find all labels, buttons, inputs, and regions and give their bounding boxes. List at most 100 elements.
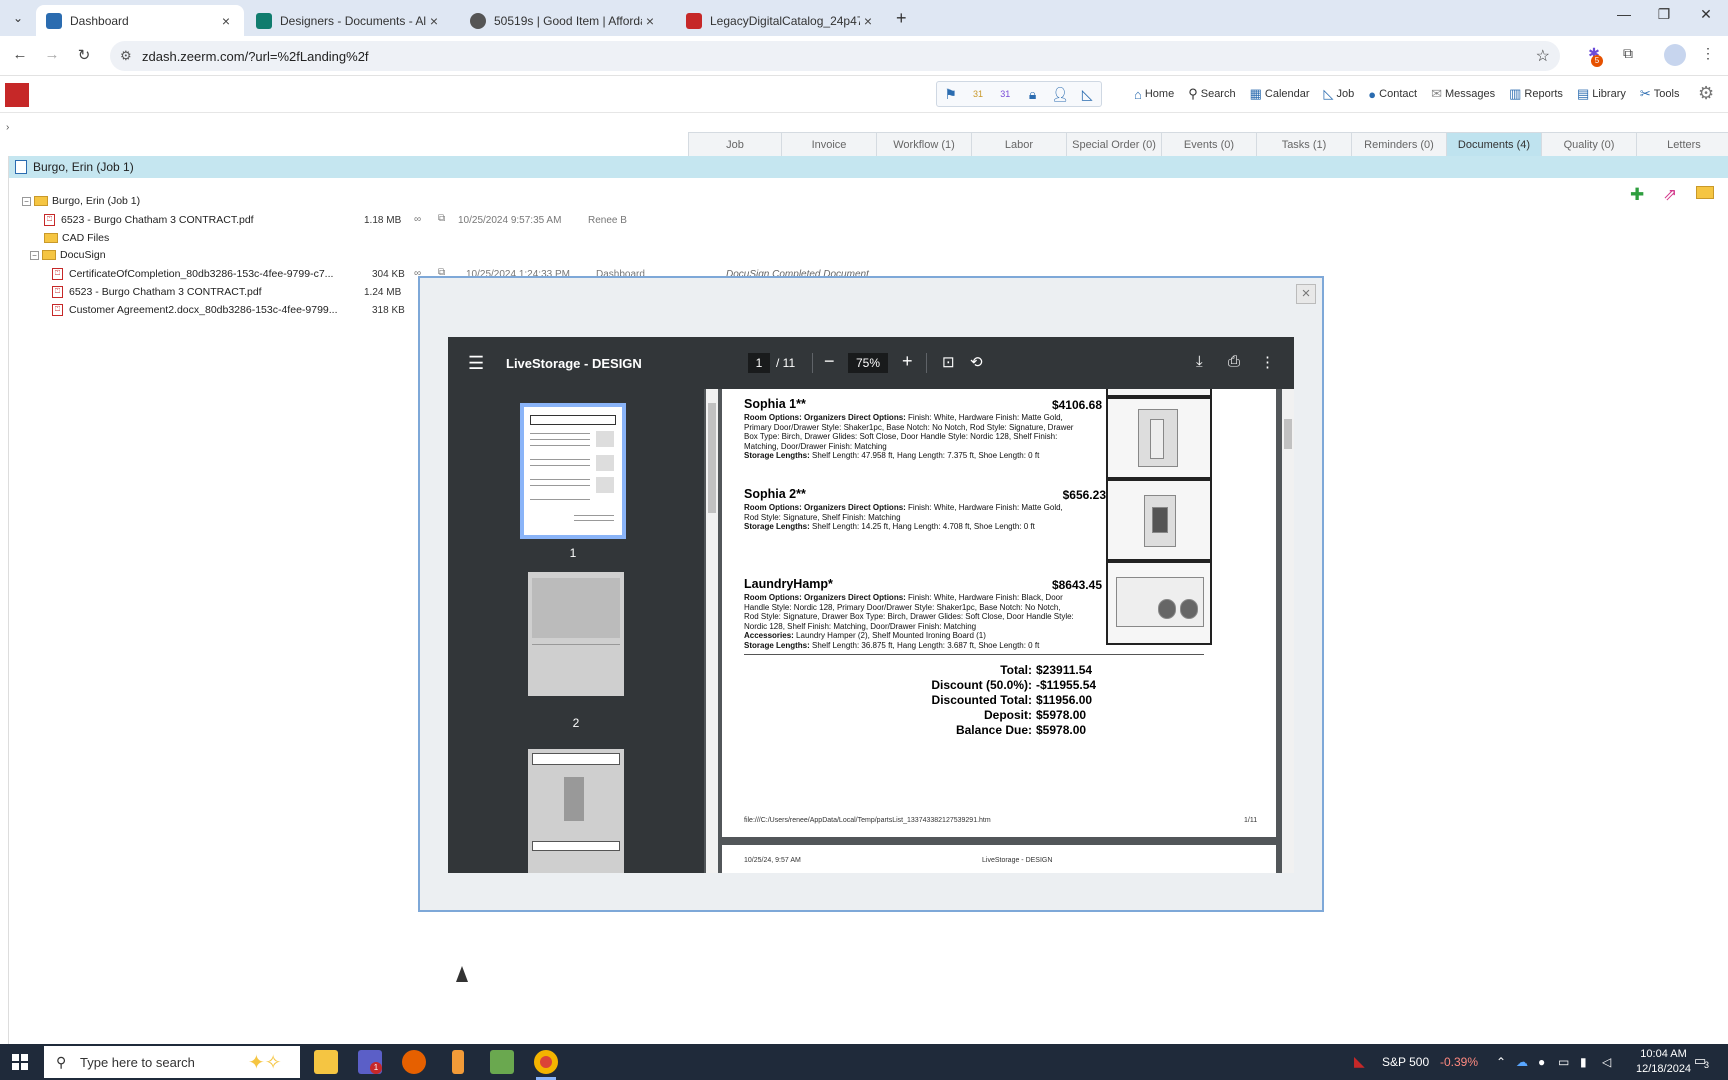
app-logo[interactable] [5, 83, 29, 107]
bookmark-app-icon[interactable] [452, 1050, 464, 1074]
page-thumbnail-1[interactable] [520, 403, 626, 539]
browser-tab-designers[interactable]: Designers - Documents - All Do × [246, 5, 452, 36]
page-number-input[interactable]: 1 [748, 353, 770, 373]
add-user-icon[interactable]: 👤︎ [1051, 85, 1069, 103]
tab-invoice[interactable]: Invoice [781, 132, 877, 156]
zoom-input[interactable]: 75% [848, 353, 888, 373]
stock-chart-icon[interactable]: ◣ [1354, 1053, 1365, 1070]
collapse-toggle-icon[interactable]: − [22, 196, 31, 206]
taskbar-clock[interactable]: 10:04 AM 12/18/2024 [1636, 1047, 1691, 1077]
file-name[interactable]: Customer Agreement2.docx_80db3286-153c-4… [69, 304, 338, 316]
nav-library[interactable]: ▤ Library [1577, 86, 1626, 102]
tree-file-contract-signed[interactable]: ⏍ 6523 - Burgo Chatham 3 CONTRACT.pdf [52, 284, 262, 300]
firefox-icon[interactable] [402, 1050, 426, 1074]
battery-icon[interactable]: ▮ [1580, 1055, 1587, 1069]
tab-job[interactable]: Job [688, 132, 782, 156]
tab-workflow[interactable]: Workflow (1) [876, 132, 972, 156]
forward-arrow-icon[interactable]: → [41, 46, 63, 63]
nav-calendar[interactable]: ▦ Calendar [1250, 86, 1310, 102]
close-window-icon[interactable]: ✕ [1694, 6, 1718, 23]
volume-icon[interactable]: ◁ [1602, 1055, 1611, 1069]
file-name[interactable]: 6523 - Burgo Chatham 3 CONTRACT.pdf [61, 214, 254, 226]
browser-tab-catalog[interactable]: LegacyDigitalCatalog_24p47_e × [676, 5, 886, 36]
tab-labor[interactable]: Labor [971, 132, 1067, 156]
close-tab-icon[interactable]: × [860, 13, 876, 29]
stock-name[interactable]: S&P 500 [1382, 1055, 1429, 1069]
scroll-thumb[interactable] [708, 403, 716, 513]
profile-avatar[interactable] [1664, 44, 1686, 66]
calendar-31-purple-icon[interactable]: 31 [996, 85, 1014, 103]
document-scrollbar[interactable] [1282, 389, 1294, 873]
show-hidden-icons-icon[interactable]: ⌃ [1496, 1055, 1506, 1069]
windows-start-icon[interactable] [12, 1054, 28, 1070]
tab-events[interactable]: Events (0) [1161, 132, 1257, 156]
zoom-out-icon[interactable]: − [824, 351, 835, 372]
download-icon[interactable]: ⤓ [1196, 353, 1203, 370]
tree-file-certificate[interactable]: ⏍ CertificateOfCompletion_80db3286-153c-… [52, 266, 333, 282]
copy-icon[interactable]: ⧉ [438, 213, 445, 224]
minimize-icon[interactable]: — [1612, 6, 1636, 22]
restore-icon[interactable]: ❐ [1652, 6, 1676, 23]
address-bar[interactable]: ⚙ zdash.zeerm.com/?url=%2fLanding%2f ☆ [110, 41, 1560, 71]
tab-reminders[interactable]: Reminders (0) [1351, 132, 1447, 156]
tab-special-order[interactable]: Special Order (0) [1066, 132, 1162, 156]
tab-quality[interactable]: Quality (0) [1541, 132, 1637, 156]
file-name[interactable]: 6523 - Burgo Chatham 3 CONTRACT.pdf [69, 286, 262, 298]
scroll-thumb[interactable] [1284, 419, 1292, 449]
nav-search[interactable]: ⚲ Search [1188, 86, 1235, 102]
browser-tab-good-item[interactable]: 50519s | Good Item | Affordable × [460, 5, 668, 36]
nav-home[interactable]: ⌂ Home [1134, 86, 1174, 102]
back-arrow-icon[interactable]: ← [9, 46, 31, 63]
print-icon[interactable]: ⎙ [1228, 353, 1240, 370]
chrome-menu-icon[interactable]: ⋮ [1698, 45, 1718, 65]
close-tab-icon[interactable]: × [218, 13, 234, 29]
nav-tools[interactable]: ✂ Tools [1640, 86, 1680, 102]
modal-close-button[interactable]: × [1296, 284, 1316, 304]
rotate-icon[interactable]: ⟲ [970, 353, 983, 371]
tab-tasks[interactable]: Tasks (1) [1256, 132, 1352, 156]
lock-icon[interactable]: 🔒︎ [1024, 85, 1042, 103]
browser-tab-dashboard[interactable]: Dashboard × [36, 5, 244, 36]
more-options-icon[interactable]: ⋮ [1260, 353, 1275, 371]
onedrive-icon[interactable]: ☁ [1516, 1055, 1528, 1069]
chrome-icon[interactable] [534, 1050, 558, 1074]
page-thumbnail-3[interactable] [528, 749, 624, 873]
reload-icon[interactable]: ↻ [73, 46, 95, 64]
microphone-icon[interactable]: ● [1538, 1055, 1545, 1069]
tree-folder-docusign[interactable]: − DocuSign [30, 247, 106, 263]
page-thumbnail-2[interactable] [528, 572, 624, 696]
nav-contact[interactable]: ● Contact [1368, 86, 1417, 102]
ruler-icon[interactable]: ◺ [1078, 85, 1096, 103]
extensions-puzzle-icon[interactable]: ⧉ [1618, 45, 1638, 65]
tab-documents[interactable]: Documents (4) [1446, 132, 1542, 156]
tree-root[interactable]: − Burgo, Erin (Job 1) [22, 193, 140, 209]
tab-letters[interactable]: Letters [1636, 132, 1728, 156]
url-text[interactable]: zdash.zeerm.com/?url=%2fLanding%2f [142, 49, 369, 64]
fit-page-icon[interactable]: ⊡ [942, 353, 955, 371]
calendar-31-icon[interactable]: 31 [969, 85, 987, 103]
settings-gear-icon[interactable]: ⚙ [1698, 83, 1714, 104]
tree-file-contract[interactable]: ⏍ 6523 - Burgo Chatham 3 CONTRACT.pdf [44, 212, 254, 228]
display-icon[interactable]: ▭ [1558, 1055, 1569, 1069]
tab-search-chevron-icon[interactable]: ⌄ [8, 8, 28, 28]
tree-file-agreement[interactable]: ⏍ Customer Agreement2.docx_80db3286-153c… [52, 302, 338, 318]
file-explorer-icon[interactable] [314, 1050, 338, 1074]
add-document-plus-icon[interactable]: ✚ [1630, 185, 1644, 205]
file-name[interactable]: CertificateOfCompletion_80db3286-153c-4f… [69, 268, 333, 280]
site-settings-icon[interactable]: ⚙ [120, 48, 132, 64]
taskbar-search[interactable]: ⚲ Type here to search ✦✧ [44, 1046, 300, 1078]
close-tab-icon[interactable]: × [642, 13, 658, 29]
collapse-handle-icon[interactable]: › [6, 122, 9, 133]
nav-reports[interactable]: ▥ Reports [1509, 86, 1563, 102]
nav-messages[interactable]: ✉ Messages [1431, 86, 1495, 102]
nav-job[interactable]: ◺ Job [1324, 86, 1355, 102]
collapse-toggle-icon[interactable]: − [30, 250, 39, 260]
menu-hamburger-icon[interactable]: ☰ [468, 353, 484, 374]
calculator-icon[interactable] [490, 1050, 514, 1074]
open-external-icon[interactable]: ⇗ [1663, 185, 1677, 205]
thumbnail-scrollbar[interactable] [706, 389, 718, 873]
zoom-in-icon[interactable]: + [902, 351, 913, 372]
close-tab-icon[interactable]: × [426, 13, 442, 29]
flag-icon[interactable]: ⚑ [942, 85, 960, 103]
new-folder-icon[interactable] [1696, 186, 1714, 199]
